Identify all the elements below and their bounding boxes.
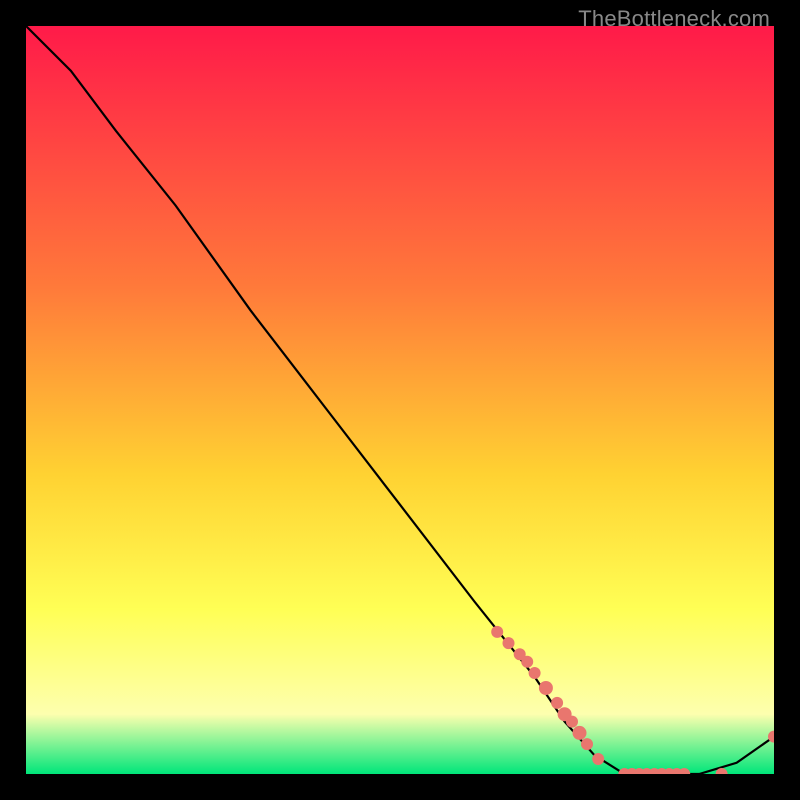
data-point <box>573 726 587 740</box>
data-point <box>592 753 604 765</box>
data-point <box>491 626 503 638</box>
data-point <box>503 637 515 649</box>
chart-plot-area <box>26 26 774 774</box>
chart-svg <box>26 26 774 774</box>
data-point <box>566 716 578 728</box>
data-point <box>539 681 553 695</box>
data-point <box>521 656 533 668</box>
data-point <box>529 667 541 679</box>
data-point <box>551 697 563 709</box>
chart-background-gradient <box>26 26 774 774</box>
data-point <box>581 738 593 750</box>
